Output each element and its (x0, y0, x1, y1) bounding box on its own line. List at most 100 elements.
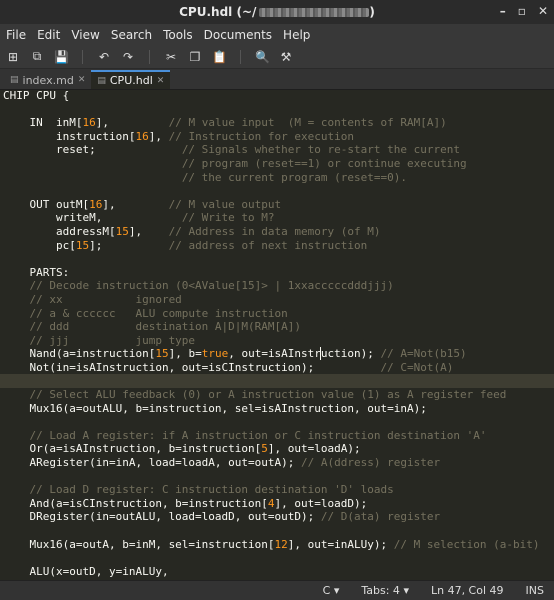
code-comment: // A(ddress) register (301, 456, 441, 470)
code-line[interactable] (0, 374, 554, 389)
code-line[interactable]: addressM[15], // Address in data memory … (0, 225, 554, 239)
undo-icon[interactable]: ↶ (97, 50, 111, 64)
code-line[interactable]: // Decode instruction (0<AValue[15]> | 1… (0, 279, 554, 293)
maximize-button[interactable]: ▫ (518, 4, 526, 18)
code-comment: // Signals whether to re-start the curre… (181, 143, 460, 157)
toolbar-separator (240, 49, 241, 64)
toolbar-separator (82, 49, 83, 64)
code-token: PARTS: (3, 265, 70, 279)
code-line[interactable]: And(a=isCInstruction, b=instruction[4], … (0, 497, 554, 511)
code-line[interactable] (0, 470, 554, 484)
code-line[interactable]: // jjj jump type (0, 334, 554, 348)
code-line[interactable]: // ddd destination A|D|M(RAM[A]) (0, 320, 554, 334)
code-token: , out=isAInstr (228, 347, 321, 361)
code-line[interactable]: // the current program (reset==0). (0, 171, 554, 185)
code-line[interactable]: // program (reset==1) or continue execut… (0, 157, 554, 171)
code-line[interactable]: pc[15]; // address of next instruction (0, 239, 554, 253)
code-line[interactable]: // Load A register: if A instruction or … (0, 429, 554, 443)
code-token: true (201, 347, 229, 361)
code-token: ARegister(in=inA, load=loadA, out=outA); (3, 456, 302, 470)
menu-view[interactable]: View (71, 28, 99, 42)
code-token: 16 (135, 129, 149, 143)
language-selector[interactable]: C ▾ (323, 584, 340, 597)
code-line[interactable]: writeM, // Write to M? (0, 211, 554, 225)
code-token: ], out=inALUy); (287, 537, 394, 551)
window-title-suffix: ) (369, 5, 375, 19)
code-token: Mux16(a=outALU, b=instruction, sel=isAIn… (3, 401, 427, 415)
code-line[interactable]: IN inM[16], // M value input (M = conten… (0, 116, 554, 130)
code-line[interactable]: OUT outM[16], // M value output (0, 198, 554, 212)
code-line[interactable]: // xx ignored (0, 293, 554, 307)
code-line[interactable]: reset; // Signals whether to re-start th… (0, 143, 554, 157)
open-document-icon[interactable]: ⧉ (30, 49, 44, 64)
code-line[interactable]: // Load D register: C instruction destin… (0, 483, 554, 497)
window-title-prefix: CPU.hdl (~/ (179, 5, 257, 19)
code-comment: // Address in data memory (of M) (168, 224, 381, 238)
code-token: 15 (155, 347, 169, 361)
code-token: Mux16(a=outA, b=inM, sel=instruction[ (3, 537, 275, 551)
code-token: instruction[ (3, 129, 136, 143)
menu-edit[interactable]: Edit (37, 28, 60, 42)
code-line[interactable]: // Select ALU feedback (0) or A instruct… (0, 388, 554, 402)
code-token: ], (102, 197, 169, 211)
status-bar: C ▾ Tabs: 4 ▾ Ln 47, Col 49 INS (0, 580, 554, 600)
code-line[interactable]: Mux16(a=outALU, b=instruction, sel=isAIn… (0, 402, 554, 416)
paste-icon[interactable]: 📋 (212, 50, 227, 64)
code-line[interactable] (0, 415, 554, 429)
code-line[interactable] (0, 252, 554, 266)
close-tab-icon[interactable]: ✕ (157, 76, 165, 86)
code-comment: // M value input (M = contents of RAM[A]… (168, 116, 447, 130)
replace-icon[interactable]: ⚒ (279, 50, 293, 64)
code-token: Nand(a=instruction[ (3, 347, 156, 361)
code-comment: // jjj jump type (3, 333, 196, 347)
code-line[interactable]: ARegister(in=inA, load=loadA, out=outA);… (0, 456, 554, 470)
tab-width-selector[interactable]: Tabs: 4 ▾ (361, 584, 409, 597)
close-tab-icon[interactable]: ✕ (78, 75, 86, 85)
code-editor[interactable]: CHIP CPU { IN inM[16], // M value input … (0, 89, 554, 579)
tab-index-md[interactable]: ▤ index.md ✕ (4, 71, 91, 89)
code-line[interactable]: CHIP CPU { (0, 89, 554, 103)
code-comment: // M selection (a-bit) (393, 537, 540, 551)
code-line[interactable]: Not(in=isAInstruction, out=isCInstructio… (0, 361, 554, 375)
code-line[interactable]: DRegister(in=outALU, load=loadD, out=out… (0, 510, 554, 524)
code-token: 15 (75, 238, 90, 252)
code-line[interactable] (0, 524, 554, 538)
code-comment: // Write to M? (181, 211, 275, 225)
code-line[interactable]: Nand(a=instruction[15], b=true, out=isAI… (0, 347, 554, 361)
minimize-button[interactable]: – (500, 4, 506, 18)
code-token: ], out=loadA); (267, 442, 361, 456)
code-token: ]; (89, 238, 169, 252)
code-comment: // address of next instruction (168, 238, 368, 252)
code-line[interactable] (0, 103, 554, 117)
code-line[interactable] (0, 551, 554, 565)
code-line[interactable] (0, 184, 554, 198)
code-token: 4 (267, 496, 275, 510)
code-line[interactable]: Or(a=isAInstruction, b=instruction[5], o… (0, 442, 554, 456)
code-comment: // D(ata) register (320, 510, 441, 524)
cut-icon[interactable]: ✂ (164, 50, 178, 64)
search-icon[interactable]: 🔍 (255, 50, 270, 64)
menu-file[interactable]: File (6, 28, 26, 42)
tab-cpu-hdl[interactable]: ▤ CPU.hdl ✕ (91, 70, 171, 89)
code-line[interactable]: // a & cccccc ALU compute instruction (0, 307, 554, 321)
redo-icon[interactable]: ↷ (121, 50, 135, 64)
menu-search[interactable]: Search (111, 28, 152, 42)
code-line[interactable]: ALU(x=outD, y=inALUy, (0, 565, 554, 579)
code-token: uction); (320, 347, 381, 361)
code-token: 16 (82, 116, 96, 130)
menu-tools[interactable]: Tools (163, 28, 193, 42)
close-button[interactable]: ✕ (538, 4, 548, 18)
code-line[interactable]: instruction[16], // Instruction for exec… (0, 130, 554, 144)
cursor-position[interactable]: Ln 47, Col 49 (431, 584, 504, 597)
save-icon[interactable]: 💾 (54, 50, 69, 64)
code-comment: // xx ignored (3, 292, 182, 306)
menu-help[interactable]: Help (283, 28, 310, 42)
new-document-icon[interactable]: ⊞ (6, 50, 20, 64)
copy-icon[interactable]: ❐ (188, 50, 202, 64)
code-token: Or(a=isAInstruction, b=instruction[ (3, 442, 262, 456)
code-line[interactable]: Mux16(a=outA, b=inM, sel=instruction[12]… (0, 538, 554, 552)
insert-mode: INS (525, 584, 544, 597)
code-token: 16 (89, 197, 103, 211)
code-line[interactable]: PARTS: (0, 266, 554, 280)
menu-documents[interactable]: Documents (204, 28, 272, 42)
